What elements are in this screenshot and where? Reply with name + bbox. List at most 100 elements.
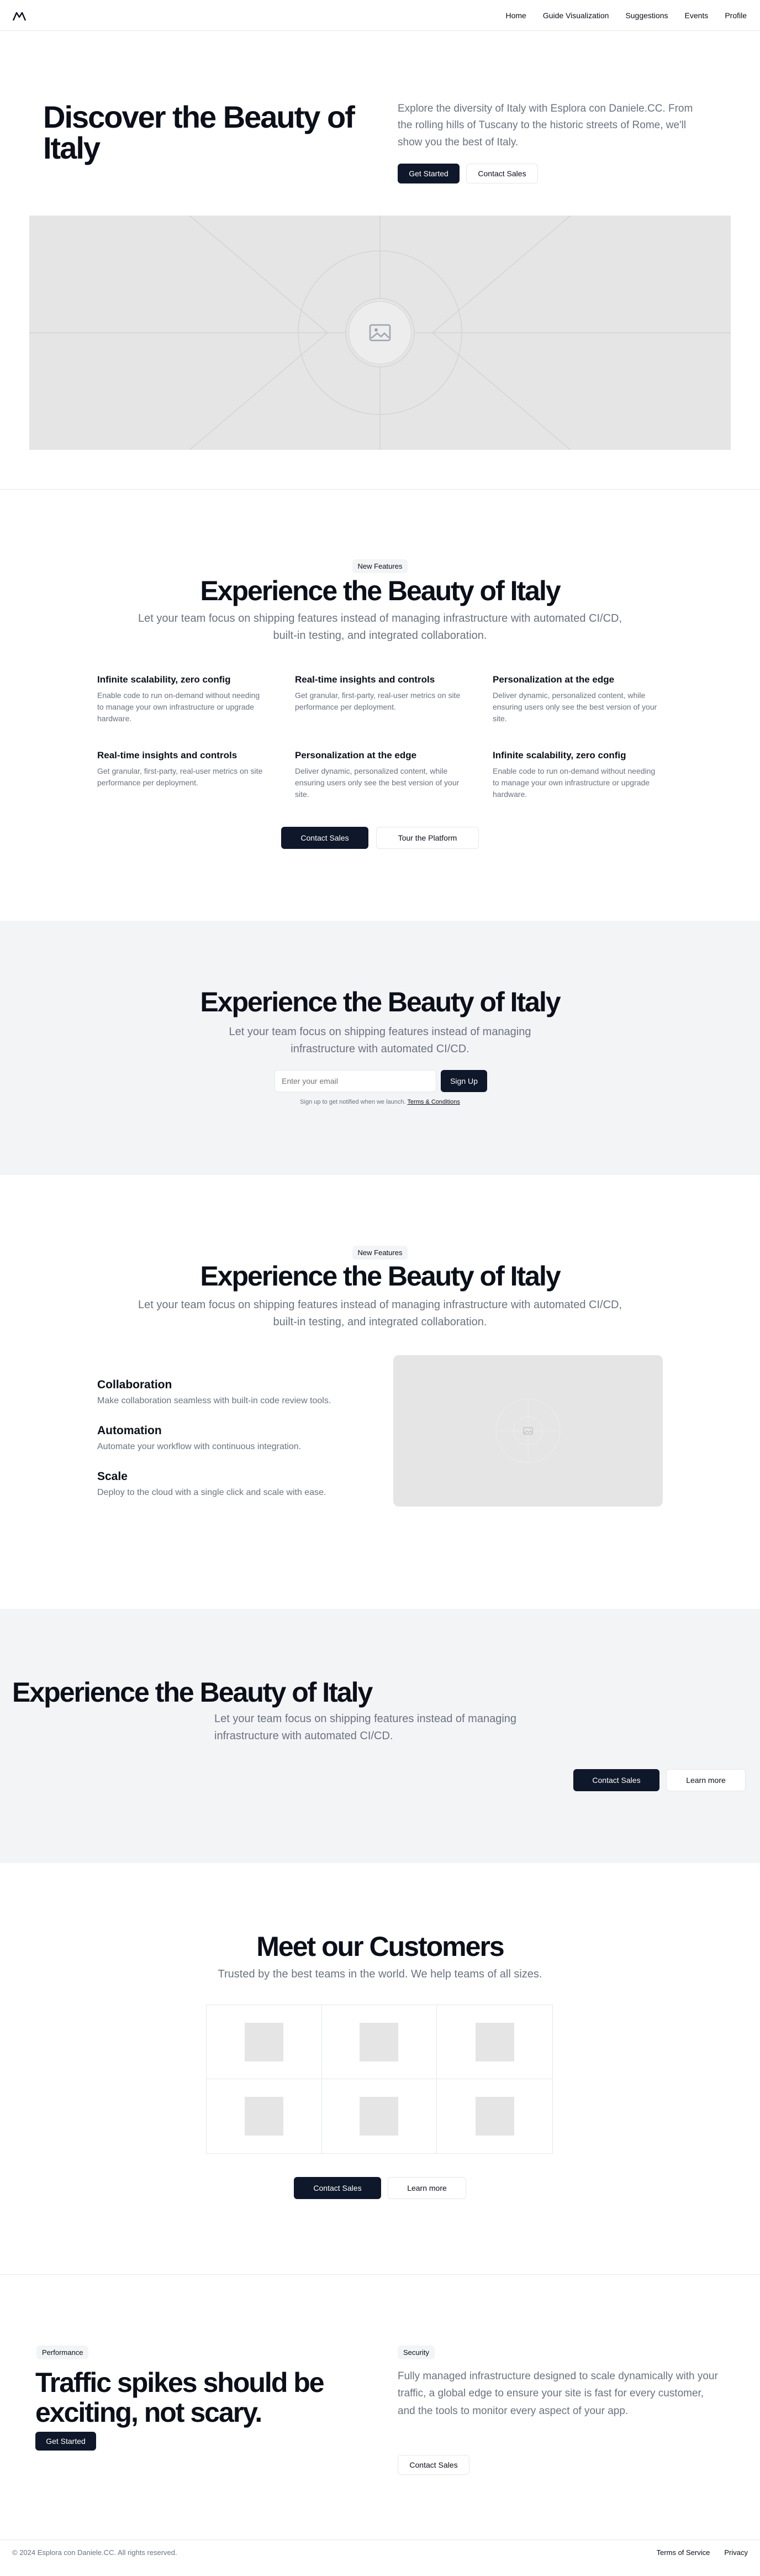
feature-title: Collaboration xyxy=(97,1378,172,1391)
customer-logo xyxy=(244,2097,283,2136)
learn-more-button[interactable]: Learn more xyxy=(666,1769,746,1791)
feature-title: Real-time insights and controls xyxy=(97,750,238,760)
sign-up-button[interactable]: Sign Up xyxy=(441,1070,487,1092)
signup-title: Experience the Beauty of Italy xyxy=(200,987,561,1017)
nav-suggestions[interactable]: Suggestions xyxy=(625,11,668,20)
signup-subtitle: Let your team focus on shipping features… xyxy=(229,1026,531,1055)
features2-title: Experience the Beauty of Italy xyxy=(200,1261,561,1292)
feature-text: Get granular, first-party, real-user met… xyxy=(295,691,461,711)
customer-logo xyxy=(360,2022,399,2061)
customer-logo-cell xyxy=(437,2079,552,2153)
get-started-button[interactable]: Get Started xyxy=(398,164,460,183)
feature-image-placeholder xyxy=(393,1355,663,1507)
hero-actions: Get Started Contact Sales xyxy=(398,164,538,183)
feature-card: Real-time insights and controls Get granu… xyxy=(295,674,461,725)
feature-item: Collaboration Make collaboration seamles… xyxy=(97,1378,362,1406)
cta-section: Experience the Beauty of Italy Let your … xyxy=(0,1609,760,1863)
feature-card: Infinite scalability, zero config Enable … xyxy=(493,750,658,800)
features-section-2: New Features Experience the Beauty of It… xyxy=(0,1175,760,1609)
features-actions: Contact Sales Tour the Platform xyxy=(0,827,760,849)
feature-text: Automate your workflow with continuous i… xyxy=(97,1442,302,1451)
security-badge: Security xyxy=(398,2346,435,2359)
footer-links: Terms of Service Privacy xyxy=(657,2548,748,2557)
email-input[interactable] xyxy=(275,1070,436,1092)
feature-title: Infinite scalability, zero config xyxy=(97,674,231,685)
terms-of-service-link[interactable]: Terms of Service xyxy=(657,2548,710,2557)
performance-title: Traffic spikes should be exciting, not s… xyxy=(35,2367,325,2428)
features-section: New Features Experience the Beauty of It… xyxy=(0,490,760,921)
signup-form: Sign Up xyxy=(275,1070,487,1092)
customer-logo-cell xyxy=(207,2079,322,2153)
customers-actions: Contact Sales Learn more xyxy=(0,2177,760,2199)
feature-text: Deliver dynamic, personalized content, w… xyxy=(493,691,657,723)
hero-section: Discover the Beauty of Italy Explore the… xyxy=(0,31,760,490)
customer-logo xyxy=(475,2022,514,2061)
nav-home[interactable]: Home xyxy=(505,11,526,20)
features-subtitle: Let your team focus on shipping features… xyxy=(138,612,622,642)
customer-logo-cell xyxy=(322,2079,437,2153)
contact-sales-button[interactable]: Contact Sales xyxy=(466,164,538,183)
terms-link[interactable]: Terms & Conditions xyxy=(407,1099,460,1105)
feature-item: Scale Deploy to the cloud with a single … xyxy=(97,1470,362,1498)
signup-note: Sign up to get notified when we launch. xyxy=(300,1099,406,1105)
feature-card: Real-time insights and controls Get granu… xyxy=(97,750,263,800)
feature-card: Personalization at the edge Deliver dynam… xyxy=(295,750,461,800)
feature-text: Get granular, first-party, real-user met… xyxy=(97,767,263,787)
features-grid: Infinite scalability, zero config Enable … xyxy=(97,674,666,800)
feature-item: Automation Automate your workflow with c… xyxy=(97,1424,362,1452)
footer-copyright: © 2024 Esplora con Daniele.CC. All right… xyxy=(12,2548,177,2557)
cta-actions: Contact Sales Learn more xyxy=(573,1769,746,1791)
footer: © 2024 Esplora con Daniele.CC. All right… xyxy=(0,2540,760,2565)
customers-section: Meet our Customers Trusted by the best t… xyxy=(0,1863,760,2275)
features2-list: Collaboration Make collaboration seamles… xyxy=(97,1378,362,1498)
get-started-button[interactable]: Get Started xyxy=(35,2432,96,2451)
nav-links: Home Guide Visualization Suggestions Eve… xyxy=(505,11,747,20)
contact-sales-button[interactable]: Contact Sales xyxy=(294,2177,381,2199)
features-title: Experience the Beauty of Italy xyxy=(200,575,561,606)
nav-profile[interactable]: Profile xyxy=(725,11,747,20)
feature-title: Infinite scalability, zero config xyxy=(493,750,626,760)
nav-events[interactable]: Events xyxy=(685,11,709,20)
tour-platform-button[interactable]: Tour the Platform xyxy=(376,827,479,849)
mountain-logo-icon[interactable] xyxy=(12,9,27,22)
feature-card: Infinite scalability, zero config Enable … xyxy=(97,674,263,725)
customer-logo xyxy=(475,2097,514,2136)
feature-text: Enable code to run on-demand without nee… xyxy=(493,767,656,799)
signup-section: Experience the Beauty of Italy Let your … xyxy=(0,921,760,1175)
feature-text: Deploy to the cloud with a single click … xyxy=(97,1488,326,1497)
feature-title: Scale xyxy=(97,1470,128,1483)
top-nav: Home Guide Visualization Suggestions Eve… xyxy=(0,0,760,31)
customers-title: Meet our Customers xyxy=(256,1931,504,1962)
contact-sales-button[interactable]: Contact Sales xyxy=(573,1769,659,1791)
features2-subtitle: Let your team focus on shipping features… xyxy=(138,1299,622,1328)
customer-logo-grid xyxy=(206,2005,553,2154)
performance-badge: Performance xyxy=(36,2346,89,2359)
learn-more-button[interactable]: Learn more xyxy=(388,2177,466,2199)
cta-subtitle: Let your team focus on shipping features… xyxy=(214,1713,517,1742)
customer-logo-cell xyxy=(437,2005,552,2079)
cta-title: Experience the Beauty of Italy xyxy=(12,1677,373,1708)
feature-card: Personalization at the edge Deliver dynam… xyxy=(493,674,658,725)
feature-title: Personalization at the edge xyxy=(295,750,417,760)
customer-logo xyxy=(244,2022,283,2061)
customer-logo-cell xyxy=(321,2005,437,2079)
hero-description: Explore the diversity of Italy with Espl… xyxy=(398,103,693,148)
contact-sales-button[interactable]: Contact Sales xyxy=(398,2455,469,2475)
image-icon xyxy=(349,301,411,364)
contact-sales-button[interactable]: Contact Sales xyxy=(281,827,368,849)
feature-text: Make collaboration seamless with built-i… xyxy=(97,1396,331,1405)
customer-logo xyxy=(360,2097,399,2136)
nav-guide-visualization[interactable]: Guide Visualization xyxy=(543,11,609,20)
customer-logo-cell xyxy=(207,2005,322,2079)
new-features-badge: New Features xyxy=(352,1246,408,1260)
performance-section: Performance Traffic spikes should be exc… xyxy=(0,2275,760,2540)
image-icon xyxy=(521,1425,535,1437)
feature-text: Deliver dynamic, personalized content, w… xyxy=(295,767,460,799)
feature-title: Automation xyxy=(97,1424,162,1437)
feature-text: Enable code to run on-demand without nee… xyxy=(97,691,260,723)
hero-title: Discover the Beauty of Italy xyxy=(43,99,355,165)
privacy-link[interactable]: Privacy xyxy=(724,2548,748,2557)
feature-title: Real-time insights and controls xyxy=(295,674,435,685)
signup-note-row: Sign up to get notified when we launch. … xyxy=(0,1099,760,1105)
new-features-badge: New Features xyxy=(352,559,408,573)
